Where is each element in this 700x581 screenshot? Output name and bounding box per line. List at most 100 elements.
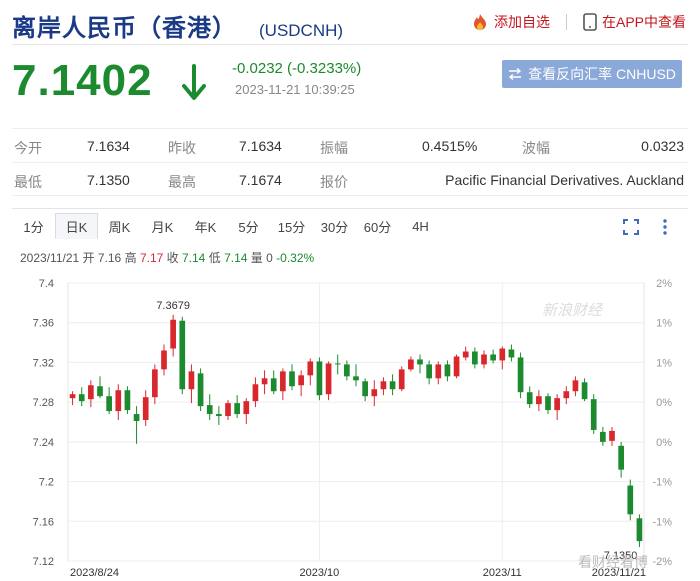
stats-grid: 今开 7.1634 昨收 7.1634 振幅 0.4515% 波幅 0.0323…	[12, 128, 688, 196]
more-icon[interactable]	[656, 218, 674, 236]
stat-label: 最低	[14, 174, 42, 190]
candle-body	[526, 392, 533, 405]
candle-body	[289, 371, 295, 387]
candle-body	[133, 414, 140, 422]
candle-body	[371, 389, 378, 397]
info-close: 7.14	[182, 251, 206, 265]
candle-body	[572, 380, 579, 392]
phone-icon	[583, 13, 597, 31]
x-tick-label: 2023/10	[300, 567, 340, 579]
tab-yearly-k[interactable]: 年K	[184, 213, 227, 239]
candle-body	[362, 381, 368, 397]
candle-body	[97, 386, 103, 397]
tab-15min[interactable]: 15分	[270, 213, 313, 239]
candle-body	[408, 359, 414, 370]
candle-body	[581, 382, 588, 400]
info-low-label: 低	[208, 251, 221, 265]
info-low: 7.14	[224, 251, 248, 265]
y-tick-label: 7.28	[33, 397, 54, 409]
chart-panel: 1分 日K 周K 月K 年K 5分 15分 30分 60分 4H 2023/11…	[12, 208, 688, 579]
stat-label: 今开	[14, 140, 42, 156]
stat-value: 7.1350	[87, 172, 130, 188]
candle-body	[78, 394, 85, 402]
tab-30min[interactable]: 30分	[313, 213, 356, 239]
candle-body	[216, 414, 222, 417]
candle-body	[115, 390, 122, 412]
y-right-tick-label: 0%	[656, 397, 672, 409]
stat-value: 0.0323	[641, 138, 684, 154]
period-tabs: 1分 日K 周K 月K 年K 5分 15分 30分 60分 4H	[12, 213, 442, 243]
x-tick-label: 2023/8/24	[70, 567, 119, 579]
info-date: 2023/11/21	[20, 251, 80, 265]
candle-body	[325, 363, 332, 395]
candlestick-chart: 7.4 2% 7.36 1% 7.32 1% 7.28 0% 7.24 0% 7.2 -1% 7.16 -…	[33, 278, 673, 579]
reverse-rate-label: 查看反向汇率 CNHUSD	[528, 66, 676, 82]
candle-body	[499, 348, 506, 361]
tab-daily-k[interactable]: 日K	[55, 213, 98, 239]
stats-row: 今开 7.1634 昨收 7.1634 振幅 0.4515% 波幅 0.0323	[12, 128, 688, 162]
candle-body	[389, 381, 396, 390]
candle-body	[508, 349, 515, 358]
y-tick-label: 7.24	[33, 437, 54, 449]
candle-body	[188, 371, 195, 390]
info-pct: -0.32%	[276, 251, 315, 265]
candle-body	[225, 403, 231, 417]
info-high: 7.17	[139, 251, 164, 265]
symbol-code: (USDCNH)	[259, 21, 344, 40]
candle-body	[462, 351, 469, 358]
tab-1min[interactable]: 1分	[12, 213, 55, 239]
bottom-watermark: 看财经看博	[578, 554, 648, 571]
info-close-label: 收	[166, 251, 179, 265]
candle-body	[636, 518, 643, 542]
y-tick-label: 7.2	[39, 477, 54, 489]
candle-body	[472, 351, 478, 365]
title-actions: 添加自选 在APP中查看	[471, 12, 686, 32]
y-tick-label: 7.36	[33, 318, 54, 330]
stat-label: 报价	[320, 174, 348, 190]
add-watch-label: 添加自选	[493, 14, 550, 30]
tab-monthly-k[interactable]: 月K	[141, 213, 184, 239]
candle-body	[69, 394, 76, 399]
header-divider	[12, 44, 688, 45]
candle-body	[243, 401, 250, 415]
y-right-tick-label: 0%	[656, 437, 672, 449]
tab-60min[interactable]: 60分	[356, 213, 399, 239]
quote-timestamp: 2023-11-21 10:39:25	[235, 82, 355, 97]
candle-body	[490, 354, 496, 361]
candle-body	[206, 405, 213, 415]
candle-body	[298, 375, 304, 386]
reverse-rate-button[interactable]: 查看反向汇率 CNHUSD	[502, 60, 682, 88]
candle-body	[536, 396, 542, 405]
candle-body	[444, 364, 451, 377]
tab-weekly-k[interactable]: 周K	[98, 213, 141, 239]
chart-watermark: 新浪财经	[542, 301, 604, 319]
chart-tools	[622, 218, 674, 236]
candle-body	[627, 485, 634, 515]
stat-label: 最高	[168, 174, 196, 190]
fullscreen-icon[interactable]	[622, 218, 640, 236]
app-view-button[interactable]: 在APP中查看	[583, 12, 686, 32]
add-watch-button[interactable]: 添加自选	[471, 12, 550, 32]
candle-body	[316, 361, 323, 396]
candle-body	[417, 359, 423, 365]
y-right-tick-label: -1%	[652, 516, 672, 528]
candle-body	[590, 399, 597, 430]
tab-4h[interactable]: 4H	[399, 213, 442, 239]
y-tick-label: 7.4	[39, 278, 54, 290]
stat-label: 波幅	[522, 140, 550, 156]
candle-body	[252, 384, 259, 402]
candle-body	[609, 430, 615, 441]
y-right-tick-label: -2%	[652, 556, 672, 568]
stat-label: 振幅	[320, 140, 348, 156]
candle-body	[234, 403, 240, 415]
candle-body	[88, 385, 94, 400]
tab-5min[interactable]: 5分	[227, 213, 270, 239]
candle-body	[600, 431, 606, 442]
y-right-tick-label: 1%	[656, 318, 672, 330]
max-annotation: 7.3679	[156, 300, 190, 312]
action-divider	[565, 14, 567, 30]
candle-body	[124, 390, 131, 411]
title-row: 离岸人民币（香港） (USDCNH)	[12, 8, 344, 42]
candle-body	[170, 319, 176, 349]
stat-value: 0.4515%	[422, 138, 478, 154]
